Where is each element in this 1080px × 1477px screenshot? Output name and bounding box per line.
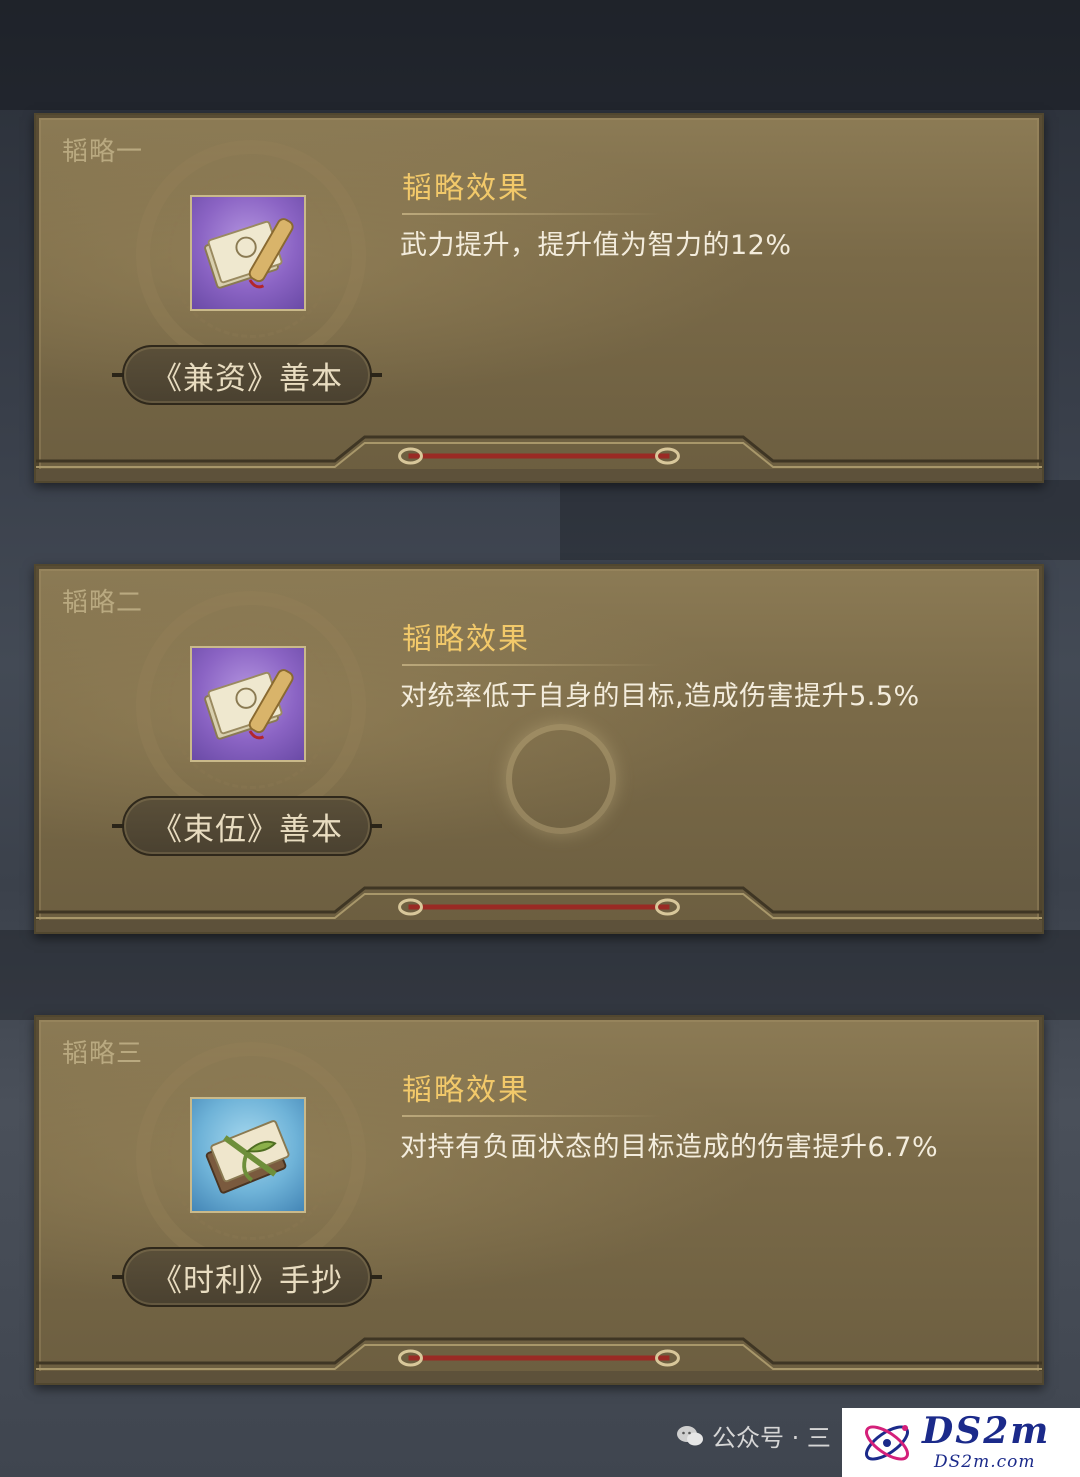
background-beam (0, 930, 1080, 1020)
watermark: 公众号 · 三 (676, 1418, 831, 1453)
book-name: 《时利》手抄 (151, 1262, 343, 1299)
bottom-rail (36, 874, 1042, 932)
purple-book-scroll-icon[interactable] (190, 195, 306, 311)
bottom-rail (36, 423, 1042, 481)
card-tag: 韬略一 (62, 137, 144, 167)
book-name-pill: 《时利》手抄 (112, 1247, 382, 1307)
book-name: 《束伍》善本 (151, 811, 343, 848)
effect-description: 武力提升，提升值为智力的12% (400, 230, 792, 261)
book-name: 《兼资》善本 (151, 360, 343, 397)
strategy-card-1[interactable]: 韬略一 《兼资》善本 韬略效果 武力提升，提升值为智力的12% (34, 113, 1044, 483)
bottom-rail (36, 1325, 1042, 1383)
book-name-pill: 《兼资》善本 (112, 345, 382, 405)
effect-title: 韬略效果 (402, 1073, 530, 1108)
strategy-card-3[interactable]: 韬略三 《时利》手抄 韬略效果 对持有负面状态的目标造成的伤害提升6.7% (34, 1015, 1044, 1385)
watermark-text: 公众号 · 三 (712, 1424, 831, 1452)
card-tag: 韬略二 (62, 588, 144, 618)
effect-title: 韬略效果 (402, 171, 530, 206)
divider (402, 213, 662, 215)
card-tag: 韬略三 (62, 1039, 144, 1069)
logo-sub-text: DS2m.com (934, 1452, 1036, 1472)
divider (402, 1115, 662, 1117)
background-beam (0, 0, 1080, 110)
background-beam (560, 480, 1080, 560)
effect-description: 对统率低于自身的目标,造成伤害提升5.5% (400, 681, 920, 712)
blue-bamboo-book-icon[interactable] (190, 1097, 306, 1213)
touch-indicator (506, 724, 616, 834)
divider (402, 664, 662, 666)
site-logo: DS2m DS2m.com (842, 1408, 1080, 1477)
effect-title: 韬略效果 (402, 622, 530, 657)
book-name-pill: 《束伍》善本 (112, 796, 382, 856)
wechat-icon (677, 1425, 703, 1445)
atom-logo-icon (865, 1425, 909, 1461)
strategy-card-2[interactable]: 韬略二 《束伍》善本 韬略效果 对统率低于自身的目标,造成伤害提升5.5% (34, 564, 1044, 934)
effect-description: 对持有负面状态的目标造成的伤害提升6.7% (400, 1132, 939, 1163)
logo-main-text: DS2m (922, 1410, 1051, 1452)
purple-book-scroll-icon[interactable] (190, 646, 306, 762)
